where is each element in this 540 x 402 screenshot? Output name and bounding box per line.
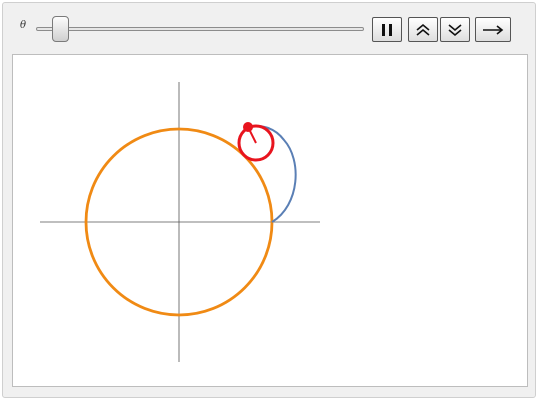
epicycloid-plot — [40, 82, 320, 362]
tracing-point — [243, 122, 253, 132]
